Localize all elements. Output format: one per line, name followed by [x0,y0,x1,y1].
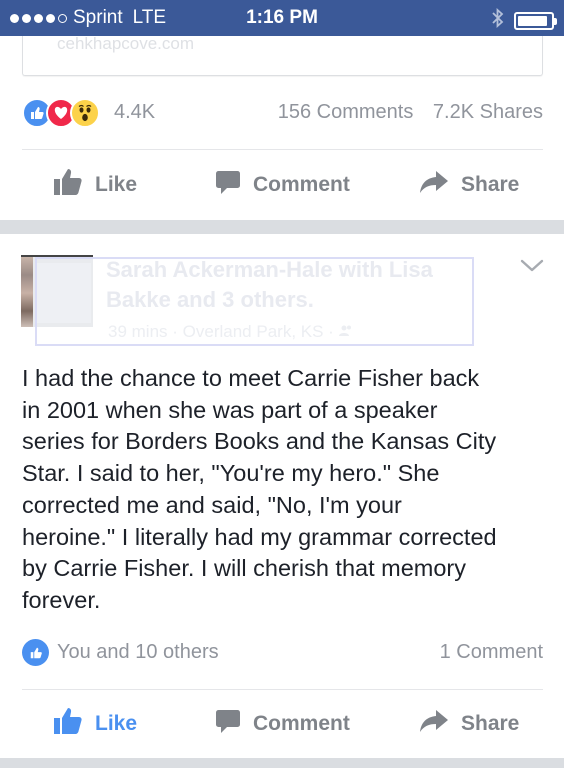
comment-button[interactable]: Comment [215,702,350,746]
post-body-line: series for Borders Books and the Kansas … [22,428,497,455]
share-button[interactable]: Share [419,702,519,746]
comment-button[interactable]: Comment [215,163,350,207]
comments-shares: 156 Comments 7.2K Shares [278,101,543,124]
post-body-line: by Carrie Fisher. I will cherish that me… [22,555,467,582]
with-text: with Lisa [338,257,433,282]
post-body-line: in 2001 when she was part of a speaker [22,396,438,423]
reaction-count[interactable]: 4.4K [114,101,155,124]
bluetooth-icon [492,7,504,33]
comment-label: Comment [253,173,350,196]
shares-count[interactable]: 7.2K Shares [433,101,543,123]
thumbs-up-icon [53,707,83,741]
post-action-bar: Like Comment Share [0,702,564,746]
share-arrow-icon [419,709,449,739]
like-button[interactable]: Like [53,163,137,207]
post-author-line[interactable]: Sarah Ackerman-Hale with Lisa [106,257,433,283]
post-likes-row: You and 10 others 1 Comment [22,638,543,668]
post-location[interactable]: Overland Park, KS [183,322,324,341]
post-meta: 39 mins · Overland Park, KS · [108,322,353,342]
author-name[interactable]: Sarah Ackerman-Hale [106,257,333,282]
like-label: Like [95,712,138,735]
tagged-friends[interactable]: Bakke and 3 others. [106,287,314,313]
like-reaction-icon [22,639,49,666]
like-label: Like [95,173,138,196]
wow-reaction-icon [70,98,100,128]
prev-post-action-bar: Like Comment Share [0,163,564,207]
audience-icon [338,322,353,341]
share-button[interactable]: Share [419,163,519,207]
link-preview-card[interactable]: cehkhapcove.com [22,34,543,76]
post-time[interactable]: 39 mins [108,322,168,341]
share-label: Share [461,712,520,735]
like-button[interactable]: Like [53,702,137,746]
post-body-line: corrected me and said, "No, I'm your [22,491,402,518]
meta-separator: · [172,322,183,341]
clock: 1:16 PM [246,7,318,28]
post-body-line: I had the chance to meet Carrie Fisher b… [22,365,480,391]
post-body-line: forever. [22,586,101,613]
post-body-line: heroine." I literally had my grammar cor… [22,523,497,550]
post-body-text: I had the chance to meet Carrie Fisher b… [22,363,546,617]
post-body-line: Star. I said to her, "You're my hero." S… [22,460,440,487]
battery-fill [518,15,547,26]
share-label: Share [461,173,520,196]
link-domain: cehkhapcove.com [57,34,195,53]
status-bar: Sprint LTE 1:16 PM [0,0,564,36]
divider [22,149,543,150]
comments-count[interactable]: 1 Comment [440,641,543,664]
post-options-chevron-icon[interactable] [520,258,544,279]
prev-post-counts: 4.4K 156 Comments 7.2K Shares [22,96,543,130]
status-icons [492,7,557,33]
avatar-photo [21,257,33,327]
comment-icon [215,169,241,201]
divider [22,689,543,690]
post-separator [0,758,564,768]
reaction-icons[interactable] [22,98,100,128]
meta-separator: · [328,322,339,341]
battery-icon [514,11,557,30]
comment-icon [215,708,241,740]
thumbs-up-icon [53,168,83,202]
comment-label: Comment [253,712,350,735]
likes-summary[interactable]: You and 10 others [57,641,219,664]
share-arrow-icon [419,170,449,200]
post-separator [0,220,564,234]
comments-count[interactable]: 156 Comments [278,101,414,123]
